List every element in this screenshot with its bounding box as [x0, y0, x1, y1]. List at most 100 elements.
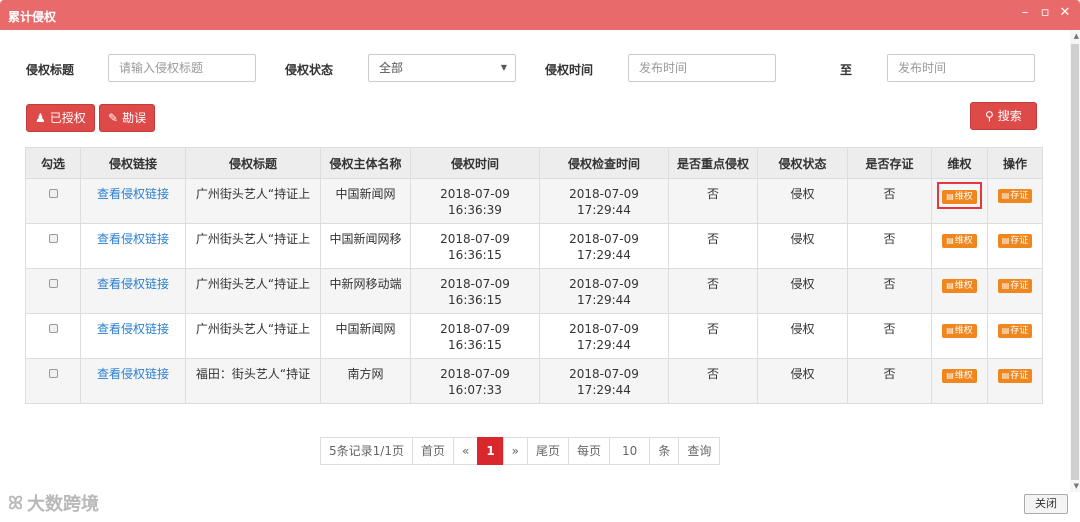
row-check-time: 2018-07-09 17:29:44 [539, 178, 669, 224]
row-checkbox[interactable] [48, 369, 58, 378]
row-time-clock: 16:36:15 [448, 338, 502, 352]
rights-button[interactable]: ▤维权 [942, 324, 977, 338]
evidence-button-label: 存证 [1010, 236, 1029, 246]
scroll-down-icon[interactable]: ▼ [1074, 482, 1079, 490]
rights-button[interactable]: ▤维权 [942, 369, 977, 383]
pager-next[interactable]: » [502, 437, 529, 465]
authorized-button[interactable]: ♟ 已授权 [26, 104, 95, 132]
row-check-clock: 17:29:44 [577, 338, 631, 352]
time-end-input[interactable]: 发布时间 [887, 54, 1035, 82]
row-check-clock: 17:29:44 [577, 203, 631, 217]
search-button-label: 搜索 [997, 109, 1022, 123]
document-icon: ▤ [1001, 236, 1010, 245]
row-time: 2018-07-09 16:36:39 [410, 178, 540, 224]
row-check-time: 2018-07-09 17:29:44 [539, 358, 669, 404]
pager-per-page-input[interactable]: 10 [609, 437, 651, 465]
infringement-link[interactable]: 查看侵权链接 [80, 178, 186, 224]
row-check-date: 2018-07-09 [569, 322, 639, 336]
row-evidence: 否 [847, 358, 932, 404]
document-icon: ▤ [946, 236, 954, 245]
table-row: 查看侵权链接 广州街头艺人“持证上 中国新闻网移 2018-07-09 16:36… [25, 223, 1043, 269]
pager-last[interactable]: 尾页 [527, 437, 570, 465]
infringement-link[interactable]: 查看侵权链接 [80, 358, 186, 404]
row-time-date: 2018-07-09 [440, 187, 510, 201]
row-check-date: 2018-07-09 [569, 187, 639, 201]
rights-button[interactable]: ▤维权 [942, 279, 977, 293]
row-key: 否 [668, 223, 758, 269]
row-time-date: 2018-07-09 [440, 367, 510, 381]
rights-button-label: 维权 [954, 281, 973, 291]
evidence-button[interactable]: ▤存证 [997, 234, 1033, 248]
row-key: 否 [668, 313, 758, 359]
evidence-button[interactable]: ▤存证 [997, 279, 1033, 293]
row-time: 2018-07-09 16:07:33 [410, 358, 540, 404]
row-evidence: 否 [847, 223, 932, 269]
pager-summary: 5条记录1/1页 [320, 437, 413, 465]
close-icon[interactable]: ✕ [1058, 6, 1072, 20]
row-rights-cell: ▤维权 [931, 268, 988, 314]
row-checkbox[interactable] [48, 324, 58, 333]
col-time-header: 侵权时间 [410, 147, 540, 179]
error-correction-button[interactable]: ✎ 勘误 [99, 104, 156, 132]
row-check-clock: 17:29:44 [577, 293, 631, 307]
rights-button-label: 维权 [954, 326, 973, 336]
time-start-input[interactable]: 发布时间 [628, 54, 776, 82]
window-controls: – ▫ ✕ [1018, 6, 1072, 20]
row-time-clock: 16:07:33 [448, 383, 502, 397]
pager-first[interactable]: 首页 [411, 437, 454, 465]
row-status: 侵权 [757, 313, 848, 359]
status-select[interactable]: 全部 ▼ [368, 54, 516, 82]
row-check-clock: 17:29:44 [577, 383, 631, 397]
document-icon: ▤ [946, 371, 954, 380]
infringement-link[interactable]: 查看侵权链接 [80, 313, 186, 359]
scrollbar-thumb[interactable] [1071, 44, 1079, 480]
row-checkbox[interactable] [48, 189, 58, 198]
row-checkbox[interactable] [48, 234, 58, 243]
document-icon: ▤ [1001, 326, 1010, 335]
row-subject: 中国新闻网 [320, 178, 411, 224]
filter-bar: 侵权标题 请输入侵权标题 侵权状态 全部 ▼ 侵权时间 发布时间 至 发布时间 [0, 54, 1080, 82]
maximize-icon[interactable]: ▫ [1038, 6, 1052, 20]
evidence-button[interactable]: ▤存证 [997, 189, 1033, 203]
close-button[interactable]: 关闭 [1024, 494, 1068, 514]
col-status-header: 侵权状态 [757, 147, 848, 179]
title-search-input[interactable]: 请输入侵权标题 [108, 54, 256, 82]
time-filter-label: 侵权时间 [545, 63, 594, 77]
rights-button-label: 维权 [954, 192, 973, 202]
evidence-button[interactable]: ▤存证 [997, 324, 1033, 338]
infringement-link[interactable]: 查看侵权链接 [80, 223, 186, 269]
document-icon: ▤ [1001, 191, 1010, 200]
evidence-button-label: 存证 [1010, 326, 1029, 336]
row-status: 侵权 [757, 268, 848, 314]
time-to-label: 至 [840, 63, 853, 77]
pager-current-page[interactable]: 1 [477, 437, 504, 465]
rights-button[interactable]: ▤维权 [942, 234, 977, 248]
pager-query-button[interactable]: 查询 [678, 437, 721, 465]
window-titlebar: 累计侵权 – ▫ ✕ [0, 0, 1080, 30]
row-op-cell: ▤存证 [987, 178, 1043, 224]
row-check-clock: 17:29:44 [577, 248, 631, 262]
row-select-cell [25, 268, 81, 314]
pager-prev[interactable]: « [452, 437, 479, 465]
row-check-date: 2018-07-09 [569, 232, 639, 246]
search-button[interactable]: ⚲ 搜索 [970, 102, 1037, 130]
infringement-link[interactable]: 查看侵权链接 [80, 268, 186, 314]
document-icon: ▤ [1001, 371, 1010, 380]
search-icon: ⚲ [985, 109, 994, 123]
window-title: 累计侵权 [8, 10, 57, 24]
user-icon: ♟ [35, 111, 46, 125]
evidence-button[interactable]: ▤存证 [997, 369, 1033, 383]
rights-button[interactable]: ▤维权 [942, 190, 977, 204]
row-subject: 中国新闻网 [320, 313, 411, 359]
error-button-label: 勘误 [122, 111, 147, 125]
row-time: 2018-07-09 16:36:15 [410, 223, 540, 269]
minimize-icon[interactable]: – [1018, 6, 1032, 20]
row-time-date: 2018-07-09 [440, 277, 510, 291]
row-checkbox[interactable] [48, 279, 58, 288]
table-header-row: 勾选 侵权链接 侵权标题 侵权主体名称 侵权时间 侵权检查时间 是否重点侵权 侵… [25, 147, 1043, 179]
scroll-up-icon[interactable]: ▲ [1074, 32, 1079, 40]
pager-unit: 条 [649, 437, 680, 465]
row-select-cell [25, 313, 81, 359]
row-time-clock: 16:36:15 [448, 248, 502, 262]
row-title: 广州街头艺人“持证上 [185, 268, 321, 314]
